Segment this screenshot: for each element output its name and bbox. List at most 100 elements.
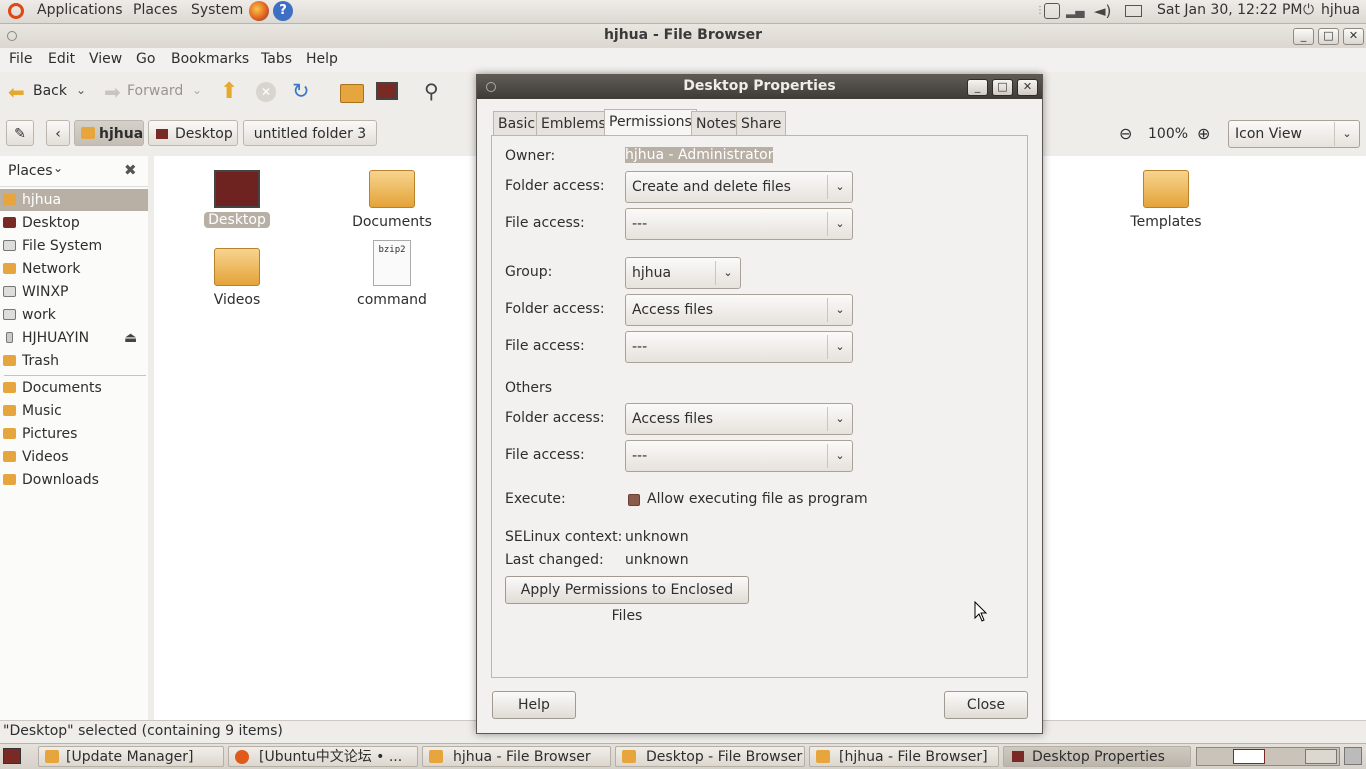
close-sidebar-icon[interactable]: ✖ xyxy=(124,161,137,179)
file-item-videos[interactable]: Videos xyxy=(177,248,297,308)
file-item-label: Videos xyxy=(213,292,261,308)
file-item-documents[interactable]: Documents xyxy=(332,170,452,230)
menu-edit[interactable]: Edit xyxy=(48,51,75,67)
permissions-panel: Owner: hjhua - Administrator Folder acce… xyxy=(491,135,1028,678)
owner-file-access-select[interactable]: --- ⌄ xyxy=(625,208,853,240)
places-menu[interactable]: Places xyxy=(133,2,178,18)
up-arrow-icon[interactable]: ⬆ xyxy=(220,79,238,104)
help-button[interactable]: Help xyxy=(492,691,576,719)
power-icon[interactable]: ⏻ xyxy=(1303,2,1314,18)
sidebar-item-work[interactable]: work xyxy=(0,304,148,326)
ubuntu-logo-icon[interactable] xyxy=(8,3,24,19)
network-icon[interactable] xyxy=(1044,3,1060,19)
menu-tabs[interactable]: Tabs xyxy=(261,51,292,67)
workspace-1[interactable] xyxy=(1233,749,1265,764)
sidebar-item-music[interactable]: Music xyxy=(0,400,148,422)
help-icon[interactable]: ? xyxy=(273,1,293,21)
sidebar-item-hjhua[interactable]: hjhua xyxy=(0,189,148,211)
tab-share[interactable]: Share xyxy=(736,111,787,135)
tab-notes[interactable]: Notes xyxy=(691,111,742,135)
others-file-access-select[interactable]: --- ⌄ xyxy=(625,440,853,472)
menu-help[interactable]: Help xyxy=(306,51,338,67)
tab-basic[interactable]: Basic xyxy=(493,111,541,135)
dialog-minimize-button[interactable]: _ xyxy=(967,79,988,96)
user-menu[interactable]: hjhua xyxy=(1321,2,1360,18)
taskbar-item-ubuntu-forum[interactable]: [Ubuntu中文论坛 • ... xyxy=(228,746,418,767)
sidebar-item-documents[interactable]: Documents xyxy=(0,377,148,399)
minimize-button[interactable]: _ xyxy=(1293,28,1314,45)
taskbar-item-update-manager[interactable]: [Update Manager] xyxy=(38,746,224,767)
zoom-in-icon[interactable]: ⊕ xyxy=(1197,124,1210,143)
back-button[interactable]: ⬅ Back ⌄ xyxy=(8,80,100,105)
back-history-chevron-icon[interactable]: ⌄ xyxy=(76,83,86,97)
forward-history-chevron-icon[interactable]: ⌄ xyxy=(192,83,202,97)
signal-icon[interactable]: ▂▄ xyxy=(1066,4,1084,18)
clock[interactable]: Sat Jan 30, 12:22 PM xyxy=(1157,2,1302,18)
menu-view[interactable]: View xyxy=(89,51,122,67)
eject-icon[interactable]: ⏏ xyxy=(124,327,137,349)
forward-button[interactable]: ➡ Forward ⌄ xyxy=(104,80,208,105)
dialog-maximize-button[interactable]: □ xyxy=(992,79,1013,96)
owner-value[interactable]: hjhua - Administrator xyxy=(625,147,774,163)
sidebar-item-hjhuayin[interactable]: HJHUAYIN ⏏ xyxy=(0,327,148,349)
workspace-3[interactable] xyxy=(1305,749,1337,764)
sidebar-item-pictures[interactable]: Pictures xyxy=(0,423,148,445)
computer-icon[interactable] xyxy=(376,82,398,100)
sidebar-item-desktop[interactable]: Desktop xyxy=(0,212,148,234)
zoom-level[interactable]: 100% xyxy=(1148,126,1188,142)
file-item-templates[interactable]: Templates xyxy=(1106,170,1226,230)
show-desktop-icon[interactable] xyxy=(3,748,21,764)
apply-permissions-button[interactable]: Apply Permissions to Enclosed Files xyxy=(505,576,749,624)
others-folder-access-select[interactable]: Access files ⌄ xyxy=(625,403,853,435)
crumb-scroll-left-button[interactable]: ‹ xyxy=(46,120,70,146)
taskbar-item-desktop-browser[interactable]: Desktop - File Browser xyxy=(615,746,805,767)
sidebar-item-filesystem[interactable]: File System xyxy=(0,235,148,257)
crumb-hjhua[interactable]: hjhua xyxy=(74,120,144,146)
search-icon[interactable]: ⚲ xyxy=(424,79,439,103)
taskbar-item-desktop-properties[interactable]: Desktop Properties xyxy=(1003,746,1191,767)
taskbar-item-hjhua-browser[interactable]: hjhua - File Browser xyxy=(422,746,611,767)
execute-checkbox-label[interactable]: Allow executing file as program xyxy=(647,491,868,507)
sidebar-item-videos[interactable]: Videos xyxy=(0,446,148,468)
sidebar-item-network[interactable]: Network xyxy=(0,258,148,280)
reload-icon[interactable]: ↻ xyxy=(292,79,310,103)
close-button[interactable]: Close xyxy=(944,691,1028,719)
volume-icon[interactable]: ◄) xyxy=(1094,2,1111,20)
group-file-access-select[interactable]: --- ⌄ xyxy=(625,331,853,363)
firefox-icon[interactable] xyxy=(249,1,269,21)
zoom-out-icon[interactable]: ⊖ xyxy=(1119,124,1132,143)
menu-file[interactable]: File xyxy=(9,51,32,67)
sidebar-places-dropdown[interactable]: Places xyxy=(8,163,53,179)
menu-go[interactable]: Go xyxy=(136,51,155,67)
tab-emblems[interactable]: Emblems xyxy=(536,111,611,135)
dialog-close-icon[interactable]: ✕ xyxy=(1017,79,1038,96)
system-menu[interactable]: System xyxy=(191,2,243,18)
mail-icon[interactable] xyxy=(1125,5,1142,17)
group-folder-access-select[interactable]: Access files ⌄ xyxy=(625,294,853,326)
chevron-down-icon[interactable]: ⌄ xyxy=(53,161,63,175)
group-select[interactable]: hjhua ⌄ xyxy=(625,257,741,289)
edit-location-button[interactable]: ✎ xyxy=(6,120,34,146)
sidebar-item-winxp[interactable]: WINXP xyxy=(0,281,148,303)
tab-permissions[interactable]: Permissions xyxy=(604,109,697,136)
sidebar-item-downloads[interactable]: Downloads xyxy=(0,469,148,491)
menu-bookmarks[interactable]: Bookmarks xyxy=(171,51,249,67)
workspace-switcher[interactable] xyxy=(1196,747,1340,766)
owner-folder-access-select[interactable]: Create and delete files ⌄ xyxy=(625,171,853,203)
crumb-untitled-folder[interactable]: untitled folder 3 xyxy=(243,120,377,146)
taskbar-item-hjhua-browser-2[interactable]: [hjhua - File Browser] xyxy=(809,746,999,767)
home-icon[interactable] xyxy=(340,84,364,103)
file-item-desktop[interactable]: Desktop xyxy=(177,170,297,228)
close-window-button[interactable]: ✕ xyxy=(1343,28,1364,45)
crumb-desktop[interactable]: Desktop xyxy=(148,120,238,146)
file-item-command[interactable]: bzip2 command xyxy=(332,240,452,308)
file-browser-titlebar[interactable]: hjhua - File Browser _ □ ✕ xyxy=(0,24,1366,48)
applications-menu[interactable]: Applications xyxy=(37,2,123,18)
maximize-button[interactable]: □ xyxy=(1318,28,1339,45)
stop-icon[interactable]: ✕ xyxy=(256,82,276,102)
view-mode-select[interactable]: Icon View ⌄ xyxy=(1228,120,1360,148)
trash-icon[interactable] xyxy=(1344,747,1362,765)
execute-checkbox[interactable] xyxy=(628,494,640,506)
sidebar-item-trash[interactable]: Trash xyxy=(0,350,148,372)
dialog-titlebar[interactable]: Desktop Properties _ □ ✕ xyxy=(477,75,1042,99)
